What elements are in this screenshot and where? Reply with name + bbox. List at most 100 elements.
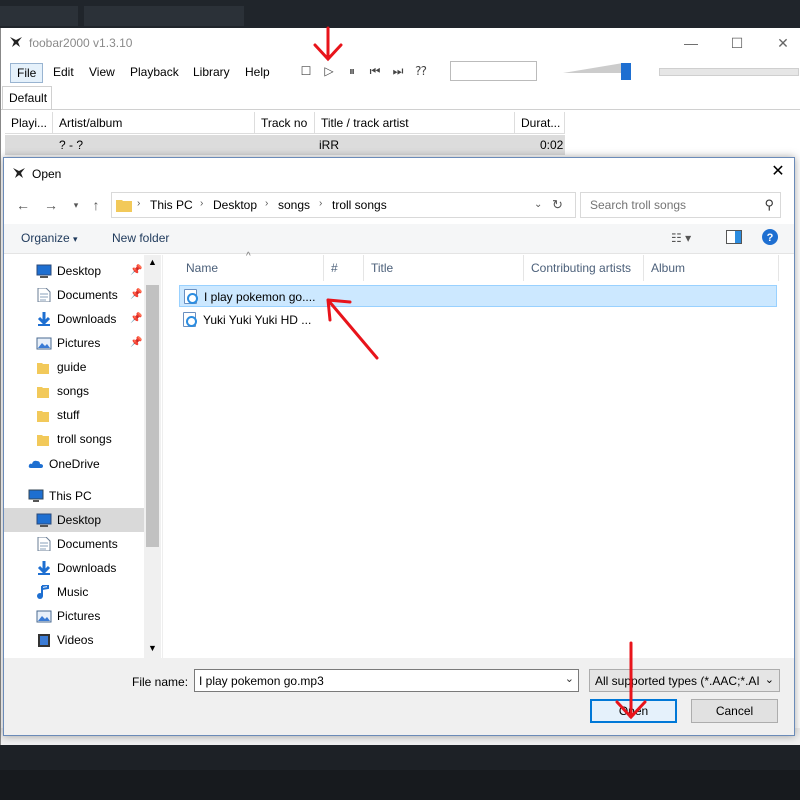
chevron-right-icon: › (200, 198, 204, 209)
row-artist-album: ? - ? (59, 138, 84, 152)
column-number[interactable]: # (324, 255, 364, 281)
sidebar-item-desktop[interactable]: Desktop (4, 508, 144, 532)
playlist-row[interactable]: ? - ? iRR 0:02 (5, 135, 565, 155)
sidebar-item-songs[interactable]: songs (4, 379, 144, 403)
sidebar-item-downloads[interactable]: Downloads (4, 556, 144, 580)
document-icon (37, 537, 51, 551)
row-duration: 0:02 (540, 138, 564, 152)
new-folder-button[interactable]: New folder (112, 231, 169, 245)
chevron-right-icon: › (319, 198, 323, 209)
open-button[interactable]: Open (590, 699, 677, 723)
col-track-no[interactable]: Track no (255, 112, 315, 134)
sidebar-item-label: Pictures (57, 609, 101, 623)
pause-icon[interactable]: ⏸ (344, 63, 360, 79)
sidebar-item-troll-songs[interactable]: troll songs (4, 427, 144, 451)
recent-chevron-icon[interactable]: ▾ (67, 196, 85, 214)
minimize-icon[interactable]: — (671, 33, 711, 55)
menu-playback[interactable]: Playback (124, 63, 185, 83)
playback-order-box[interactable] (450, 61, 537, 81)
dialog-titlebar: Open ✕ (4, 158, 794, 188)
sidebar-item-documents[interactable]: Documents (4, 532, 144, 556)
menu-help[interactable]: Help (239, 63, 276, 83)
picture-icon (36, 610, 52, 623)
preview-pane-icon[interactable] (726, 230, 742, 247)
foobar-titlebar: foobar2000 v1.3.10 — ☐ ✕ (1, 28, 800, 58)
breadcrumb-songs[interactable]: songs (278, 198, 310, 212)
navigation-scrollbar[interactable]: ▲ ▼ (144, 255, 161, 658)
breadcrumb-desktop[interactable]: Desktop (213, 198, 257, 212)
help-icon[interactable]: ? (762, 229, 778, 248)
close-icon[interactable]: ✕ (768, 164, 788, 182)
sidebar-item-music[interactable]: Music (4, 580, 144, 604)
sidebar-item-documents[interactable]: Documents 📌 (4, 283, 144, 307)
chevron-down-icon[interactable]: ⌄ (534, 199, 542, 210)
organize-button[interactable]: Organize ▾ (21, 231, 78, 245)
sidebar-item-guide[interactable]: guide (4, 355, 144, 379)
volume-slider[interactable] (621, 63, 631, 80)
stop-icon[interactable]: ☐ (298, 63, 314, 79)
col-artist-album[interactable]: Artist/album (53, 112, 255, 134)
pin-icon: 📌 (130, 289, 143, 300)
sidebar-item-desktop[interactable]: Desktop 📌 (4, 259, 144, 283)
sidebar-item-label: Downloads (57, 312, 117, 326)
menu-view[interactable]: View (83, 63, 121, 83)
column-album[interactable]: Album (644, 255, 779, 281)
col-playing[interactable]: Playi... (5, 112, 53, 134)
search-box[interactable]: ⚲ (580, 192, 781, 218)
sidebar-item-label: troll songs (57, 432, 112, 446)
navigation-pane: Desktop 📌 Documents 📌 Downloads 📌 Pictures 📌 gui… (4, 255, 161, 658)
desktop-bottom-strip (0, 745, 800, 800)
next-icon[interactable]: ⏭ (390, 63, 406, 79)
search-icon[interactable]: ⚲ (764, 197, 774, 213)
back-icon[interactable]: ← (14, 196, 32, 214)
breadcrumb-troll-songs[interactable]: troll songs (332, 198, 387, 212)
playlist-tabs: Default (1, 86, 800, 110)
scroll-down-icon[interactable]: ▼ (148, 643, 157, 653)
view-options-icon[interactable]: ☷ ▾ (671, 231, 691, 245)
menu-file[interactable]: File (10, 63, 44, 83)
seek-bar[interactable] (659, 68, 799, 76)
close-icon[interactable]: ✕ (763, 33, 800, 55)
file-name-input[interactable] (195, 670, 555, 691)
random-icon[interactable]: ⁇ (413, 63, 429, 79)
scrollbar-thumb[interactable] (146, 285, 159, 547)
chevron-down-icon: ▾ (73, 234, 78, 244)
chevron-down-icon[interactable]: ⌄ (565, 672, 574, 685)
column-contributing-artists[interactable]: Contributing artists (524, 255, 644, 281)
sidebar-item-pictures[interactable]: Pictures (4, 604, 144, 628)
col-duration[interactable]: Durat... (515, 112, 565, 134)
column-name[interactable]: Name (179, 255, 324, 281)
chevron-right-icon: › (265, 198, 269, 209)
command-bar: Organize ▾ New folder ☷ ▾ ? (4, 224, 794, 254)
sidebar-item-stuff[interactable]: stuff (4, 403, 144, 427)
sidebar-item-this-pc[interactable]: This PC (4, 484, 144, 508)
col-title[interactable]: Title / track artist (315, 112, 515, 134)
sidebar-item-label: This PC (49, 489, 92, 503)
menu-edit[interactable]: Edit (47, 63, 80, 83)
cancel-button[interactable]: Cancel (691, 699, 778, 723)
address-bar[interactable]: › This PC › Desktop › songs › troll song… (111, 192, 576, 218)
sidebar-item-downloads[interactable]: Downloads 📌 (4, 307, 144, 331)
play-icon[interactable]: ▷ (321, 63, 337, 79)
sidebar-item-pictures[interactable]: Pictures 📌 (4, 331, 144, 355)
breadcrumb-this-pc[interactable]: This PC (150, 198, 193, 212)
previous-icon[interactable]: ⏮ (367, 63, 383, 79)
folder-icon (37, 411, 49, 422)
file-row[interactable]: I play pokemon go.... (179, 285, 777, 307)
maximize-icon[interactable]: ☐ (717, 33, 757, 55)
tab-default[interactable]: Default (2, 86, 52, 109)
sidebar-item-videos[interactable]: Videos (4, 628, 144, 652)
refresh-icon[interactable]: ↻ (552, 197, 563, 213)
file-name: Yuki Yuki Yuki HD ... (203, 313, 312, 327)
forward-icon[interactable]: → (42, 196, 60, 214)
scroll-up-icon[interactable]: ▲ (148, 257, 157, 267)
column-title[interactable]: Title (364, 255, 524, 281)
file-type-select[interactable]: All supported types (*.AAC;*.AI ⌄ (589, 669, 780, 692)
sidebar-item-onedrive[interactable]: OneDrive (4, 452, 144, 476)
up-icon[interactable]: ↑ (87, 196, 105, 214)
menu-library[interactable]: Library (187, 63, 236, 83)
document-icon (37, 288, 51, 302)
search-input[interactable] (582, 194, 752, 216)
file-name-field[interactable]: ⌄ (194, 669, 579, 692)
file-row[interactable]: Yuki Yuki Yuki HD ... (179, 309, 319, 331)
